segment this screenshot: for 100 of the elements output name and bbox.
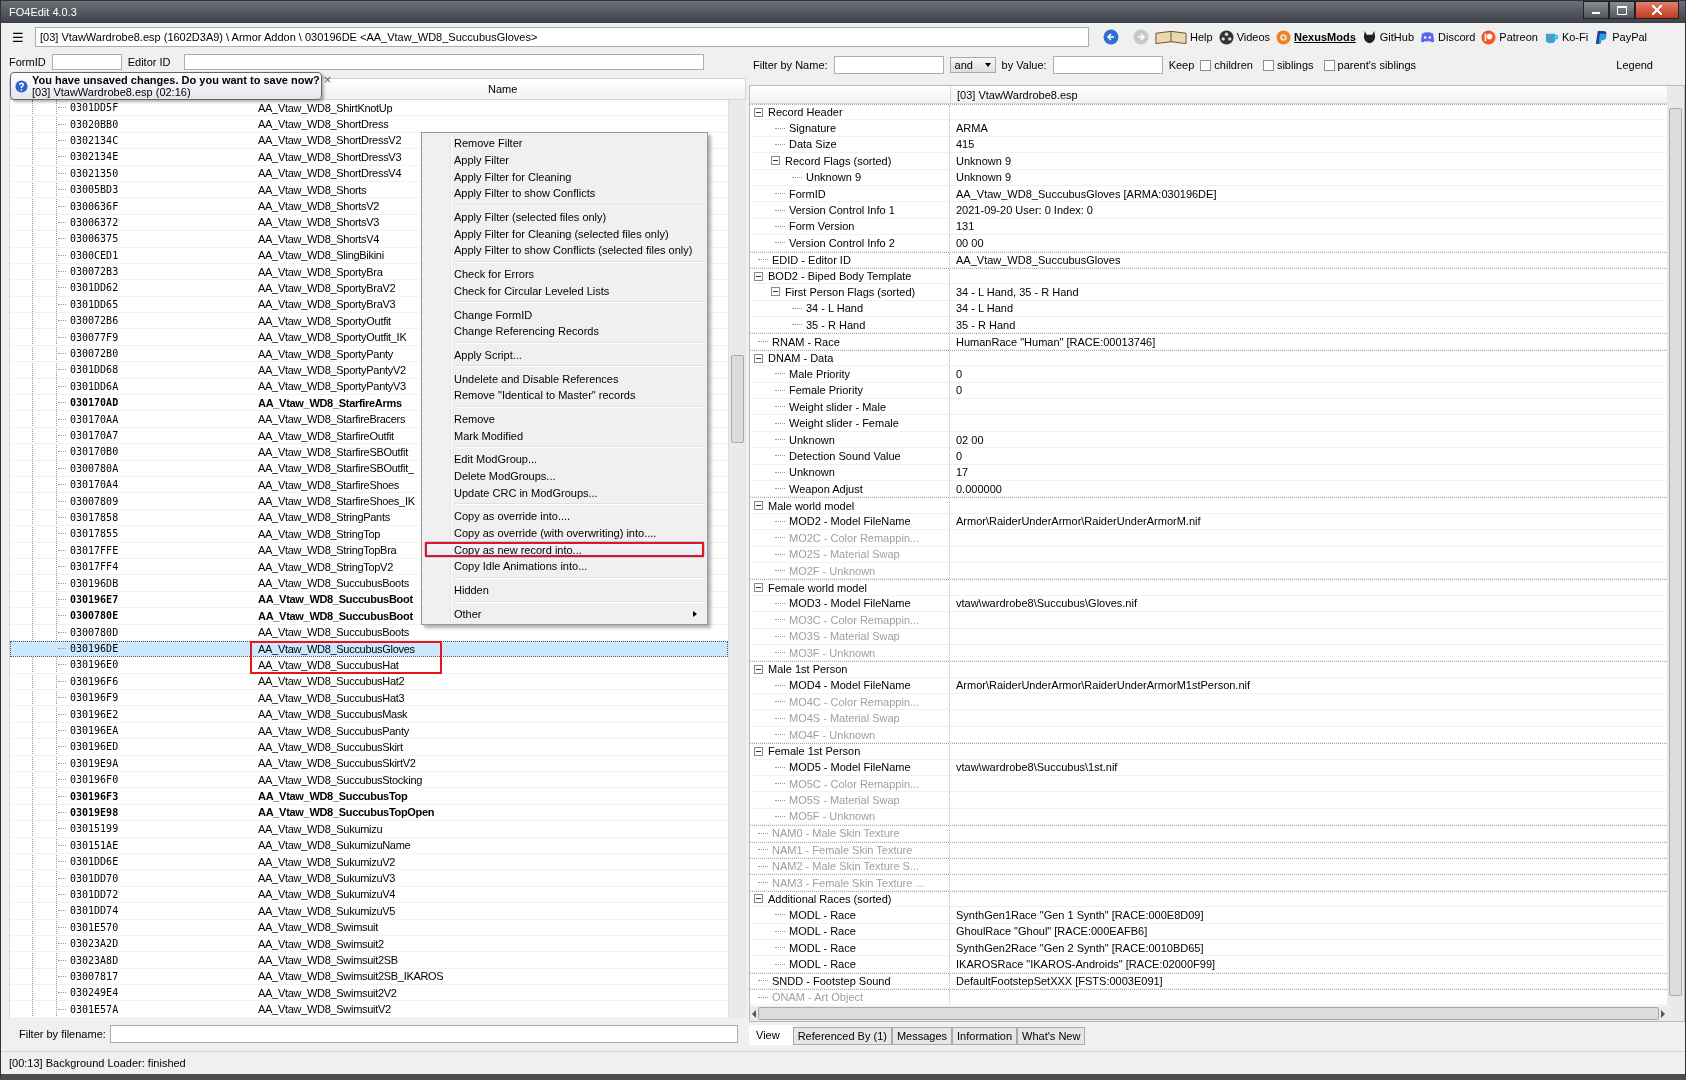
tab[interactable]: Information <box>952 1027 1018 1045</box>
list-row[interactable]: 03015199 AA_Vtaw_WD8_Sukumizu <box>10 821 728 838</box>
list-row[interactable]: 030196E2 AA_Vtaw_WD8_SuccubusMask <box>10 706 728 723</box>
collapse-icon[interactable] <box>754 664 763 674</box>
minimize-button[interactable] <box>1583 1 1609 19</box>
toolbar-link[interactable]: Ko-Fi <box>1543 29 1589 45</box>
list-row[interactable]: 030196EA AA_Vtaw_WD8_SuccubusPanty <box>10 722 728 740</box>
list-row[interactable]: 0301E57A AA_Vtaw_WD8_SwimsuitV2 <box>10 1001 728 1018</box>
column-header[interactable]: [03] VtawWardrobe8.esp <box>951 88 1078 101</box>
list-row[interactable]: 030196F3 AA_Vtaw_WD8_SuccubusTop <box>10 788 728 805</box>
close-button[interactable] <box>1635 1 1679 19</box>
field-label: MO2F - Unknown <box>789 564 876 577</box>
list-row[interactable]: 0301E570 AA_Vtaw_WD8_Swimsuit <box>10 919 728 936</box>
editor-id-field[interactable] <box>184 54 705 70</box>
notification-title: You have unsaved changes. Do you want to save now? <box>32 74 320 86</box>
list-row[interactable]: 03023A8D AA_Vtaw_WD8_Swimsuit2SB <box>10 952 728 969</box>
list-row[interactable]: 03007817 AA_Vtaw_WD8_Swimsuit2SB_IKAROS <box>10 968 728 986</box>
list-row[interactable]: 03023A2D AA_Vtaw_WD8_Swimsuit2 <box>10 935 728 953</box>
collapse-icon[interactable] <box>754 271 763 281</box>
collapse-icon[interactable] <box>754 583 763 592</box>
list-row[interactable]: 0301DD72 AA_Vtaw_WD8_SukumizuV4 <box>10 886 728 904</box>
menu-item[interactable]: Copy as override into.... <box>424 508 705 525</box>
scrollbar-thumb[interactable] <box>731 355 744 443</box>
menu-item[interactable]: Copy Idle Animations into... <box>424 558 705 575</box>
menu-button[interactable]: ☰ <box>7 27 29 47</box>
scrollbar[interactable] <box>1667 86 1684 1021</box>
collapse-icon[interactable] <box>754 894 763 904</box>
list-row[interactable]: 030151AE AA_Vtaw_WD8_SukumizuName <box>10 837 728 854</box>
list-row[interactable]: 030196ED AA_Vtaw_WD8_SuccubusSkirt <box>10 739 728 756</box>
list-row[interactable]: 0301DD6E AA_Vtaw_WD8_SukumizuV2 <box>10 853 728 871</box>
list-row[interactable]: 030196E0 AA_Vtaw_WD8_SuccubusHat <box>10 657 728 674</box>
filename-filter-label: Filter by filename: <box>19 1028 106 1040</box>
form-id-cell-text: 03007817 <box>70 970 120 982</box>
form-id-field[interactable] <box>51 54 122 70</box>
close-button[interactable]: × <box>323 73 332 86</box>
collapse-icon[interactable] <box>754 353 763 363</box>
menu-item[interactable]: Apply Script... <box>424 346 705 364</box>
menu-item[interactable]: Remove <box>424 410 705 428</box>
column-header[interactable]: Name <box>488 83 518 95</box>
collapse-icon[interactable] <box>754 107 763 117</box>
checkbox-label: parent's siblings <box>1337 59 1417 71</box>
field-value: 34 - L Hand <box>956 302 1014 315</box>
form-id-cell-text: 0301DD6E <box>70 856 120 868</box>
value-filter-field[interactable] <box>1052 56 1163 74</box>
collapse-icon[interactable] <box>771 287 780 297</box>
list-row[interactable]: 030249E4 AA_Vtaw_WD8_Swimsuit2V2 <box>10 985 728 1002</box>
scrollbar[interactable] <box>728 100 746 1018</box>
field-label: Female Priority <box>789 384 863 397</box>
tab[interactable]: What's New <box>1017 1027 1086 1045</box>
menu-item[interactable]: Check for Errors <box>424 265 705 283</box>
toolbar-link[interactable]: Discord <box>1420 29 1476 45</box>
field-label: MO3F - Unknown <box>789 646 876 659</box>
menu-item[interactable]: Mark Modified <box>424 427 705 444</box>
toolbar-link[interactable]: Patreon <box>1481 29 1538 45</box>
name-filter-field[interactable] <box>833 56 944 74</box>
name-cell: AA_Vtaw_WD8_SuccubusSkirtV2 <box>258 757 416 770</box>
menu-item[interactable]: Copy as override (with overwriting) into.... <box>424 524 705 542</box>
collapse-icon[interactable] <box>754 746 763 756</box>
list-row[interactable]: 03019E98 AA_Vtaw_WD8_SuccubusTopOpen <box>10 804 728 822</box>
tab[interactable]: View <box>749 1025 793 1045</box>
checkbox[interactable] <box>1262 59 1274 71</box>
collapse-icon[interactable] <box>771 156 780 166</box>
name-filter-label: Filter by Name: <box>753 59 828 71</box>
checkbox[interactable] <box>1200 59 1212 71</box>
filename-filter-field[interactable] <box>109 1025 738 1043</box>
field-label: MO2S - Material Swap <box>789 548 900 561</box>
toolbar-link[interactable]: Videos <box>1218 29 1271 45</box>
name-cell: AA_Vtaw_WD8_SportyBraV2 <box>258 282 396 294</box>
list-row[interactable]: 0301DD74 AA_Vtaw_WD8_SukumizuV5 <box>10 903 728 920</box>
field-value: 00 00 <box>956 236 984 249</box>
tab[interactable]: Referenced By (1) <box>792 1027 892 1045</box>
form-id-cell-text: 030196F9 <box>70 692 120 704</box>
checkbox[interactable] <box>1323 59 1335 71</box>
path-field[interactable]: [03] VtawWardrobe8.esp (1602D3A9) \ Armor Addon \ 030196DE <AA_Vtaw_WD8_SuccubusGloves> <box>35 27 1089 47</box>
field-label: SNDD - Footstep Sound <box>772 974 891 987</box>
toolbar-link[interactable]: GitHub <box>1361 29 1415 45</box>
form-id-cell-text: 0302134C <box>70 134 120 146</box>
menu-item[interactable]: Copy as new record into... <box>424 541 705 559</box>
list-row[interactable]: 03019E9A AA_Vtaw_WD8_SuccubusSkirtV2 <box>10 755 728 772</box>
toolbar-link[interactable]: Help <box>1155 29 1213 45</box>
operator-dropdown[interactable]: and <box>949 57 996 73</box>
tab[interactable]: Messages <box>891 1027 953 1045</box>
form-id-cell-text: 030196EA <box>70 725 120 737</box>
list-row[interactable]: 030196F9 AA_Vtaw_WD8_SuccubusHat3 <box>10 690 728 707</box>
scrollbar-thumb[interactable] <box>1669 108 1682 996</box>
list-row[interactable]: 030196F6 AA_Vtaw_WD8_SuccubusHat2 <box>10 673 728 691</box>
keep-label: Keep <box>1168 59 1195 71</box>
collapse-icon[interactable] <box>754 501 763 511</box>
toolbar-link[interactable]: NexusMods <box>1276 29 1356 45</box>
maximize-button[interactable] <box>1609 1 1635 19</box>
list-row[interactable]: 030196F0 AA_Vtaw_WD8_SuccubusStocking <box>10 772 728 789</box>
submenu-arrow-icon <box>693 610 697 617</box>
form-id-cell-text: 030077F9 <box>70 331 120 343</box>
list-row[interactable]: 0301DD70 AA_Vtaw_WD8_SukumizuV3 <box>10 870 728 887</box>
form-id-cell-text: 03023A2D <box>70 938 120 950</box>
field-label: Male Priority <box>789 367 851 380</box>
toolbar-link[interactable]: PayPal <box>1594 29 1648 45</box>
menu-item[interactable]: Remove Filter <box>424 135 705 152</box>
name-cell: AA_Vtaw_WD8_StringTop <box>258 527 381 540</box>
legend-link[interactable]: Legend <box>1616 59 1653 71</box>
